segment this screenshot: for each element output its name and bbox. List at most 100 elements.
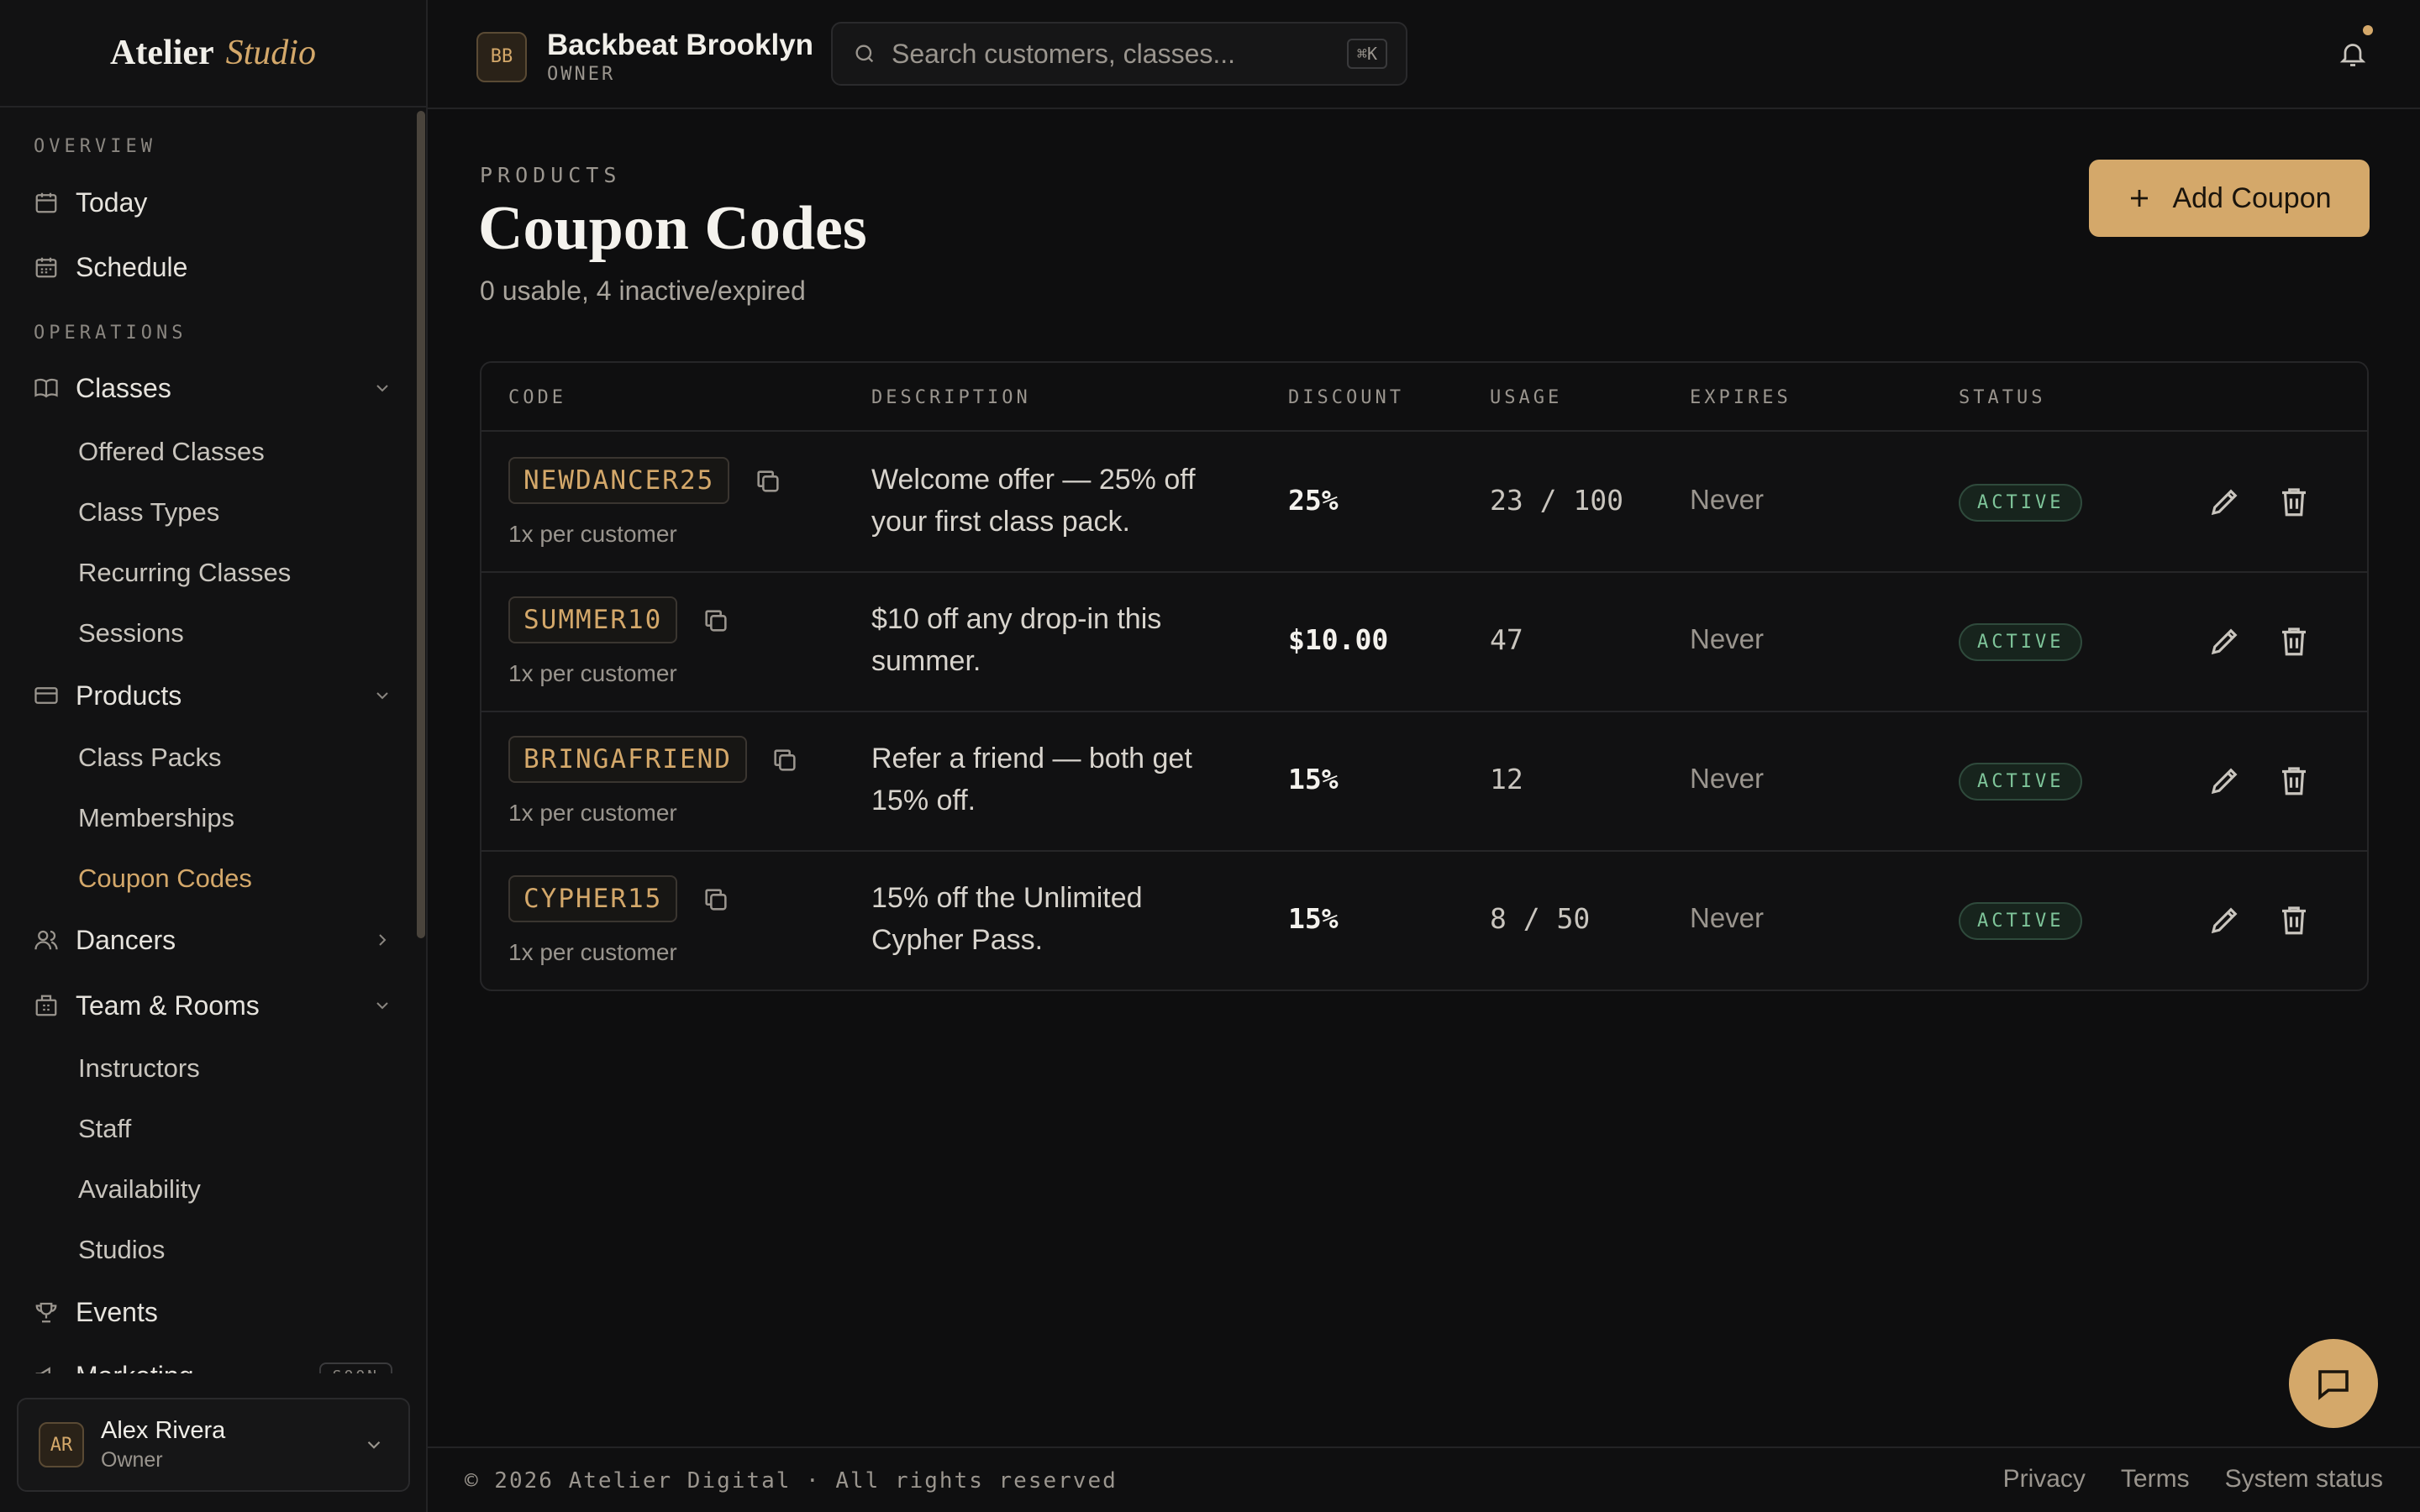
chevron-down-icon[interactable]: [372, 685, 392, 706]
footer-link-terms[interactable]: Terms: [2121, 1465, 2190, 1494]
chevron-down-icon[interactable]: [372, 995, 392, 1016]
column-header-expires[interactable]: EXPIRES: [1690, 363, 1791, 432]
user-name: Alex Rivera: [101, 1417, 226, 1444]
sidebar-subitem-studios[interactable]: Studios: [78, 1229, 165, 1271]
coupon-description: $10 off any drop-in this summer.: [871, 603, 1162, 677]
trash-icon[interactable]: [2276, 763, 2312, 798]
coupon-code[interactable]: SUMMER10: [508, 596, 678, 643]
sidebar-subitem-staff[interactable]: Staff: [78, 1108, 131, 1150]
trash-icon[interactable]: [2276, 902, 2312, 937]
sidebar-subitem-class-types[interactable]: Class Types: [78, 491, 219, 533]
column-header-code[interactable]: CODE: [508, 363, 566, 432]
pencil-icon[interactable]: [2207, 623, 2243, 659]
search-icon: [853, 42, 876, 66]
user-avatar: AR: [39, 1422, 84, 1467]
coupon-code[interactable]: NEWDANCER25: [508, 457, 730, 504]
schedule-icon: [34, 255, 59, 280]
main-content: PRODUCTS Coupon Codes 0 usable, 4 inacti…: [428, 111, 2420, 1446]
sidebar: Atelier Studio OVERVIEW Today Schedule O…: [0, 0, 428, 1512]
status-badge: ACTIVE: [1959, 484, 2083, 522]
user-menu[interactable]: AR Alex Rivera Owner: [17, 1398, 410, 1492]
building-icon: [34, 993, 59, 1018]
coupon-code[interactable]: BRINGAFRIEND: [508, 736, 747, 783]
copy-icon[interactable]: [754, 467, 782, 496]
coupon-table: CODE DESCRIPTION DISCOUNT USAGE EXPIRES …: [480, 361, 2369, 991]
status-badge: ACTIVE: [1959, 623, 2083, 661]
sidebar-subitem-instructors[interactable]: Instructors: [78, 1047, 200, 1089]
trash-icon[interactable]: [2276, 484, 2312, 519]
copyright-text: © 2026 Atelier Digital · All rights rese…: [465, 1468, 1118, 1494]
sidebar-item-team-rooms[interactable]: Team & Rooms: [34, 982, 392, 1029]
chat-button[interactable]: [2289, 1339, 2378, 1428]
chevron-right-icon[interactable]: [372, 930, 392, 950]
footer-link-system-status[interactable]: System status: [2225, 1465, 2383, 1494]
plus-icon: [2127, 186, 2152, 211]
calendar-icon: [34, 190, 59, 215]
search-bar[interactable]: ⌘K: [831, 22, 1407, 86]
coupon-usage: 8 / 50: [1490, 902, 1591, 935]
coupon-limit: 1x per customer: [508, 939, 677, 965]
sidebar-subitem-offered-classes[interactable]: Offered Classes: [78, 431, 265, 473]
chevron-down-icon: [363, 1434, 385, 1456]
brand-logo[interactable]: Atelier Studio: [0, 0, 426, 108]
sidebar-subitem-recurring-classes[interactable]: Recurring Classes: [78, 552, 291, 594]
footer-link-privacy[interactable]: Privacy: [2003, 1465, 2086, 1494]
add-coupon-label: Add Coupon: [2172, 181, 2332, 214]
sidebar-item-schedule[interactable]: Schedule: [34, 244, 392, 291]
users-icon: [34, 927, 59, 953]
coupon-expires: Never: [1690, 623, 1765, 654]
copy-icon[interactable]: [771, 746, 799, 774]
coupon-description: Refer a friend — both get 15% off.: [871, 743, 1192, 816]
pencil-icon[interactable]: [2207, 902, 2243, 937]
bell-icon[interactable]: [2338, 39, 2368, 69]
sidebar-subitem-memberships[interactable]: Memberships: [78, 797, 234, 839]
sidebar-subitem-class-packs[interactable]: Class Packs: [78, 737, 222, 779]
table-row[interactable]: CYPHER15 1x per customer 15% off the Unl…: [481, 852, 2367, 990]
sidebar-item-marketing[interactable]: Marketing SOON: [34, 1352, 392, 1373]
coupon-limit: 1x per customer: [508, 521, 677, 547]
brand-name-primary: Atelier: [110, 34, 214, 72]
coupon-expires: Never: [1690, 902, 1765, 933]
sidebar-item-label: Classes: [76, 372, 171, 403]
sidebar-item-events[interactable]: Events: [34, 1289, 392, 1336]
add-coupon-button[interactable]: Add Coupon: [2089, 160, 2370, 237]
pencil-icon[interactable]: [2207, 484, 2243, 519]
coupon-usage: 12: [1490, 763, 1523, 795]
top-header: BB Backbeat Brooklyn OWNER ⌘K: [428, 0, 2420, 109]
chevron-down-icon[interactable]: [372, 378, 392, 398]
coupon-limit: 1x per customer: [508, 660, 677, 686]
sidebar-item-classes[interactable]: Classes: [34, 365, 392, 412]
search-input[interactable]: [892, 38, 1328, 70]
page-title: Coupon Codes: [478, 194, 867, 263]
table-row[interactable]: SUMMER10 1x per customer $10 off any dro…: [481, 573, 2367, 712]
column-header-description[interactable]: DESCRIPTION: [871, 363, 1031, 432]
sidebar-nav: OVERVIEW Today Schedule OPERATIONS Class…: [0, 109, 426, 1373]
column-header-usage[interactable]: USAGE: [1490, 363, 1562, 432]
table-row[interactable]: NEWDANCER25 1x per customer Welcome offe…: [481, 433, 2367, 573]
coupon-discount: $10.00: [1288, 623, 1389, 656]
page-subtitle: 0 usable, 4 inactive/expired: [480, 276, 806, 306]
sidebar-subitem-availability[interactable]: Availability: [78, 1168, 201, 1210]
notification-dot: [2363, 25, 2373, 35]
sidebar-item-today[interactable]: Today: [34, 179, 392, 226]
status-badge: ACTIVE: [1959, 902, 2083, 940]
footer-links: Privacy Terms System status: [2003, 1465, 2383, 1494]
coupon-limit: 1x per customer: [508, 800, 677, 826]
table-row[interactable]: BRINGAFRIEND 1x per customer Refer a fri…: [481, 712, 2367, 852]
sidebar-item-products[interactable]: Products: [34, 672, 392, 719]
section-label-overview: OVERVIEW: [34, 136, 156, 157]
studio-switcher[interactable]: BB Backbeat Brooklyn OWNER: [476, 29, 813, 85]
copy-icon[interactable]: [702, 606, 730, 635]
studio-name: Backbeat Brooklyn: [547, 29, 814, 61]
sidebar-subitem-sessions[interactable]: Sessions: [78, 612, 184, 654]
trash-icon[interactable]: [2276, 623, 2312, 659]
coupon-code[interactable]: CYPHER15: [508, 875, 678, 922]
sidebar-scrollbar[interactable]: [417, 111, 425, 938]
sidebar-subitem-coupon-codes[interactable]: Coupon Codes: [78, 858, 252, 900]
copy-icon[interactable]: [702, 885, 730, 914]
column-header-discount[interactable]: DISCOUNT: [1288, 363, 1404, 432]
sidebar-item-label: Dancers: [76, 924, 176, 955]
column-header-status[interactable]: STATUS: [1959, 363, 2045, 432]
pencil-icon[interactable]: [2207, 763, 2243, 798]
sidebar-item-dancers[interactable]: Dancers: [34, 916, 392, 963]
